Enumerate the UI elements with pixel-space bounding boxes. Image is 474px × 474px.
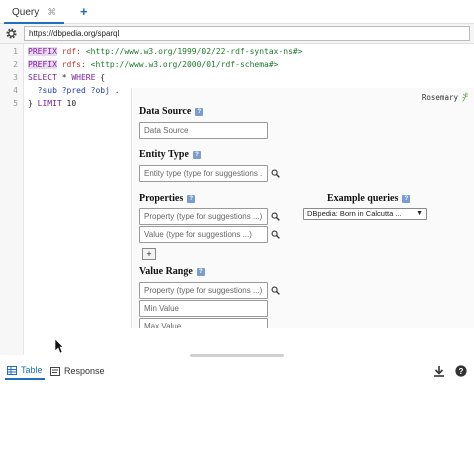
code-token: PREFIX: [28, 60, 57, 69]
search-icon[interactable]: [271, 286, 280, 295]
code-token: LIMIT: [37, 99, 62, 108]
code-token: }: [28, 99, 38, 108]
code-token: <http://www.w3.org/1999/02/22-rdf-syntax…: [81, 47, 303, 56]
svg-text:?: ?: [459, 367, 464, 376]
tab-bar: Query ⌘ +: [0, 0, 474, 24]
max-value-input[interactable]: [139, 318, 268, 328]
code-token: .: [109, 86, 120, 95]
code-line: PREFIX rdfs: <http://www.w3.org/2000/01/…: [28, 60, 278, 69]
range-property-input[interactable]: [139, 282, 268, 299]
example-queries-title: Example queries: [327, 193, 399, 204]
entity-type-input[interactable]: [139, 165, 268, 182]
line-number: 1: [13, 47, 18, 56]
entity-type-heading: Entity Type ?: [139, 149, 201, 160]
example-queries-select[interactable]: DBpedia: Born in Calcutta ... ▼: [303, 208, 427, 220]
rosemary-brand: Rosemary: [421, 93, 458, 102]
gear-icon[interactable]: [5, 27, 18, 40]
min-value-input[interactable]: [139, 300, 268, 317]
mouse-cursor-icon: [54, 338, 64, 354]
code-token: {: [95, 73, 106, 82]
search-icon[interactable]: [271, 230, 280, 239]
rosemary-logo-icon: [462, 92, 469, 102]
rosemary-panel: Rosemary Data Source ? Entity Type ? Pro…: [131, 88, 474, 328]
line-number: 3: [13, 73, 18, 82]
data-source-heading: Data Source ?: [139, 106, 204, 117]
code-token: *: [56, 73, 72, 82]
code-line: ?sub ?pred ?obj .: [28, 86, 120, 95]
endpoint-bar: [0, 24, 474, 44]
tab-response[interactable]: Response: [48, 362, 107, 380]
line-number: 2: [13, 60, 18, 69]
help-icon[interactable]: ?: [455, 365, 467, 377]
info-icon[interactable]: ?: [196, 267, 205, 276]
results-tab-bar: Table Response: [0, 360, 474, 382]
data-source-input[interactable]: [139, 122, 268, 139]
value-range-heading: Value Range ?: [139, 266, 205, 277]
code-token: rdfs:: [61, 60, 86, 69]
data-source-title: Data Source: [139, 106, 192, 117]
code-line: } LIMIT 10: [28, 99, 76, 108]
code-token: <http://www.w3.org/2000/01/rdf-schema#>: [85, 60, 279, 69]
tab-table-label: Table: [21, 365, 43, 375]
code-token: ?sub ?pred ?obj: [37, 86, 110, 95]
code-token: 10: [61, 99, 77, 108]
code-line: PREFIX rdf: <http://www.w3.org/1999/02/2…: [28, 47, 303, 56]
add-property-button[interactable]: +: [142, 248, 156, 260]
code-line: SELECT * WHERE {: [28, 73, 105, 82]
endpoint-input[interactable]: [24, 26, 470, 41]
property-input[interactable]: [139, 208, 268, 225]
response-icon: [50, 366, 60, 376]
example-queries-heading: Example queries ?: [327, 193, 411, 204]
code-token: SELECT: [28, 73, 57, 82]
resize-handle[interactable]: [190, 354, 284, 357]
chevron-down-icon: ▼: [416, 210, 423, 217]
properties-title: Properties: [139, 193, 184, 204]
tab-table[interactable]: Table: [5, 362, 45, 380]
download-icon[interactable]: [433, 365, 445, 377]
line-gutter: 1 2 3 4 5: [0, 44, 24, 355]
line-number: 4: [13, 86, 18, 95]
property-value-input[interactable]: [139, 226, 268, 243]
tab-response-label: Response: [64, 366, 105, 376]
line-number: 5: [13, 99, 18, 108]
table-icon: [7, 365, 17, 375]
properties-heading: Properties ?: [139, 193, 196, 204]
add-tab-button[interactable]: +: [80, 4, 88, 19]
search-icon[interactable]: [271, 169, 280, 178]
value-range-title: Value Range: [139, 266, 193, 277]
search-icon[interactable]: [271, 212, 280, 221]
code-token: WHERE: [71, 73, 96, 82]
tab-close-icon[interactable]: ⌘: [47, 7, 56, 18]
example-queries-selected: DBpedia: Born in Calcutta ...: [307, 209, 402, 218]
code-token: rdf:: [61, 47, 81, 56]
tab-query-label: Query: [12, 6, 40, 18]
tab-query[interactable]: Query ⌘: [4, 2, 65, 24]
code-token: PREFIX: [28, 47, 57, 56]
entity-type-title: Entity Type: [139, 149, 189, 160]
info-icon[interactable]: ?: [402, 194, 411, 203]
info-icon[interactable]: ?: [187, 194, 196, 203]
info-icon[interactable]: ?: [195, 107, 204, 116]
info-icon[interactable]: ?: [192, 150, 201, 159]
